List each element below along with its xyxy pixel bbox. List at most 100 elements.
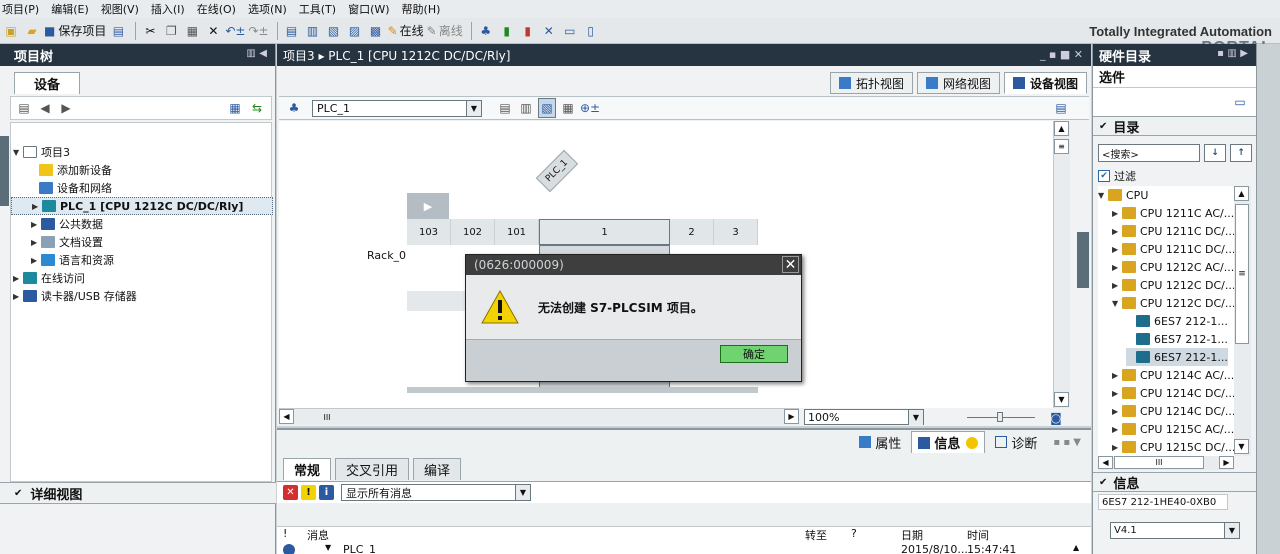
catalog-item[interactable]: ▼ CPU 1212C DC/... (1112, 294, 1234, 312)
catalog-item[interactable]: 6ES7 212-1... (1126, 312, 1228, 330)
show-hide-icon[interactable]: ⇆ (248, 98, 266, 118)
menu-insert[interactable]: 插入(I) (151, 1, 185, 17)
forward-icon[interactable]: ▶ (57, 98, 75, 118)
search-down-icon[interactable]: ↓ (1204, 144, 1226, 162)
menu-options[interactable]: 选项(N) (248, 1, 287, 17)
download-icon[interactable]: ▥ (304, 21, 322, 41)
tab-topology-view[interactable]: 拓扑视图 (829, 72, 913, 94)
options-toggle-icon[interactable]: ▭ (1231, 92, 1249, 112)
menu-project[interactable]: 项目(P) (2, 1, 39, 17)
tree-item-common-data[interactable]: ▶ 公共数据 (31, 215, 293, 233)
tree-item-devices-networks[interactable]: 设备和网络 (39, 179, 301, 197)
zoom-select[interactable]: 100% ▼ (804, 409, 924, 425)
search-up-icon[interactable]: ↑ (1230, 144, 1252, 162)
column-header-message[interactable]: 消息 (307, 527, 329, 542)
panel-controls-icon[interactable]: ▪ ▥ ▶ (1217, 48, 1248, 59)
redo-icon[interactable]: ↷± (248, 21, 268, 41)
scroll-thumb[interactable]: ≡ (1235, 204, 1249, 344)
expand-arrow-icon[interactable]: ▶ (31, 256, 41, 265)
expand-arrow-icon[interactable]: ▶ (32, 202, 42, 211)
menu-tools[interactable]: 工具(T) (299, 1, 336, 17)
stop-cpu-icon[interactable]: ▮ (519, 21, 537, 41)
menu-view[interactable]: 视图(V) (101, 1, 139, 17)
column-header-help[interactable]: ? (851, 527, 857, 541)
expand-arrow-icon[interactable]: ▶ (1112, 263, 1122, 272)
expand-arrow-icon[interactable]: ▶ (1112, 281, 1122, 290)
chevron-down-icon[interactable]: ▼ (466, 100, 481, 116)
close-icon[interactable]: ✕ (782, 256, 799, 273)
expand-arrow-icon[interactable]: ▶ (31, 238, 41, 247)
task-card-strip[interactable] (1256, 44, 1280, 554)
upload-icon[interactable]: ▧ (325, 21, 343, 41)
tree-item-plc-1[interactable]: ▶ PLC_1 [CPU 1212C DC/DC/Rly] (11, 197, 273, 215)
expand-arrow-icon[interactable]: ▶ (1112, 389, 1122, 398)
tab-compile[interactable]: 编译 (413, 458, 462, 480)
catalog-item[interactable]: ▶ CPU 1212C DC/... (1112, 276, 1234, 294)
zoom-slider-knob[interactable] (997, 412, 1003, 422)
menu-edit[interactable]: 编辑(E) (51, 1, 89, 17)
column-header-time[interactable]: 时间 (967, 527, 989, 542)
scroll-thumb[interactable]: III (297, 410, 357, 424)
tab-device-view[interactable]: 设备视图 (1003, 72, 1087, 94)
catalog-item[interactable]: ▶ CPU 1214C DC/... (1112, 384, 1234, 402)
save-layout-icon[interactable]: ▤ (1052, 98, 1070, 118)
catalog-item[interactable]: ▶ CPU 1211C DC/... (1112, 222, 1234, 240)
expand-arrow-icon[interactable]: ▼ (13, 148, 23, 157)
info-filter-icon[interactable]: i (319, 485, 334, 500)
tab-general[interactable]: 常规 (283, 458, 332, 480)
tree-item-add-device[interactable]: 添加新设备 (39, 161, 301, 179)
horizontal-scrollbar[interactable]: ◀ III ▶ (279, 408, 799, 425)
grid-icon[interactable]: ▦ (559, 98, 577, 118)
menu-help[interactable]: 帮助(H) (402, 1, 441, 17)
tab-properties[interactable]: 属性 (853, 431, 907, 453)
catalog-item[interactable]: ▶ CPU 1215C DC/... (1112, 438, 1234, 456)
tab-cross-references[interactable]: 交叉引用 (335, 458, 410, 480)
expand-arrow-icon[interactable]: ▶ (1112, 245, 1122, 254)
vertical-scrollbar[interactable]: ▲ ≡ ▼ (1053, 121, 1070, 408)
back-icon[interactable]: ◀ (36, 98, 54, 118)
cross-reference-icon[interactable]: ✕ (540, 21, 558, 41)
simulation-icon[interactable]: ▨ (346, 21, 364, 41)
undo-icon[interactable]: ↶± (225, 21, 245, 41)
catalog-scrollbar[interactable]: ▲ ≡ ▼ (1234, 186, 1251, 456)
device-select[interactable]: PLC_1 ▼ (312, 99, 482, 117)
menu-window[interactable]: 窗口(W) (348, 1, 389, 17)
collapse-panel-icon[interactable]: ▥ ◀ (246, 48, 267, 59)
cut-icon[interactable]: ✂ (141, 21, 159, 41)
start-cpu-icon[interactable]: ▮ (498, 21, 516, 41)
chevron-down-icon[interactable]: ▼ (908, 410, 923, 425)
detail-view-header[interactable]: ✔ 详细视图 (0, 482, 276, 504)
tab-devices[interactable]: 设备 (14, 72, 80, 94)
task-card-side-tab[interactable] (1077, 232, 1089, 288)
zoom-slider[interactable] (967, 410, 1035, 424)
open-project-icon[interactable]: ▰ (23, 21, 41, 41)
chevron-down-icon[interactable]: ▼ (515, 485, 530, 500)
scroll-thumb[interactable]: III (1114, 456, 1204, 469)
version-select[interactable]: V4.1 ▼ (1110, 522, 1240, 539)
row-message[interactable]: PLC_1 (343, 543, 376, 554)
expand-arrow-icon[interactable]: ▶ (13, 274, 23, 283)
copy-icon[interactable]: ❐ (162, 21, 180, 41)
info-section-header[interactable]: ✔ 信息 (1093, 472, 1257, 492)
go-offline-button[interactable]: ✎ 离线 (427, 21, 463, 41)
catalog-item[interactable]: 6ES7 212-1... (1126, 348, 1228, 366)
expand-arrow-icon[interactable]: ▶ (1112, 227, 1122, 236)
catalog-item[interactable]: ▶ CPU 1214C AC/... (1112, 366, 1234, 384)
scroll-left-icon[interactable]: ◀ (1098, 456, 1113, 469)
catalog-item[interactable]: ▶ CPU 1214C DC/... (1112, 402, 1234, 420)
tab-info[interactable]: 信息 (911, 431, 986, 453)
scroll-right-icon[interactable]: ▶ (784, 409, 799, 424)
tree-item-card-reader[interactable]: ▶ 读卡器/USB 存储器 (13, 287, 275, 305)
expand-arrow-icon[interactable]: ▶ (1112, 425, 1122, 434)
catalog-section-header[interactable]: ✔ 目录 (1093, 116, 1256, 136)
fit-view-icon[interactable]: ◙ (1047, 408, 1065, 428)
new-group-icon[interactable]: ▤ (15, 98, 33, 118)
new-project-icon[interactable]: ▣ (2, 21, 20, 41)
tree-item-doc-settings[interactable]: ▶ 文档设置 (31, 233, 293, 251)
scroll-thumb[interactable]: ≡ (1054, 139, 1069, 154)
tree-item-languages[interactable]: ▶ 语言和资源 (31, 251, 293, 269)
expand-arrow-icon[interactable]: ▼ (1098, 191, 1108, 200)
row-expand-arrow-icon[interactable]: ▼ (325, 543, 331, 554)
print-icon[interactable]: ▤ (109, 21, 127, 41)
scroll-left-icon[interactable]: ◀ (279, 409, 294, 424)
